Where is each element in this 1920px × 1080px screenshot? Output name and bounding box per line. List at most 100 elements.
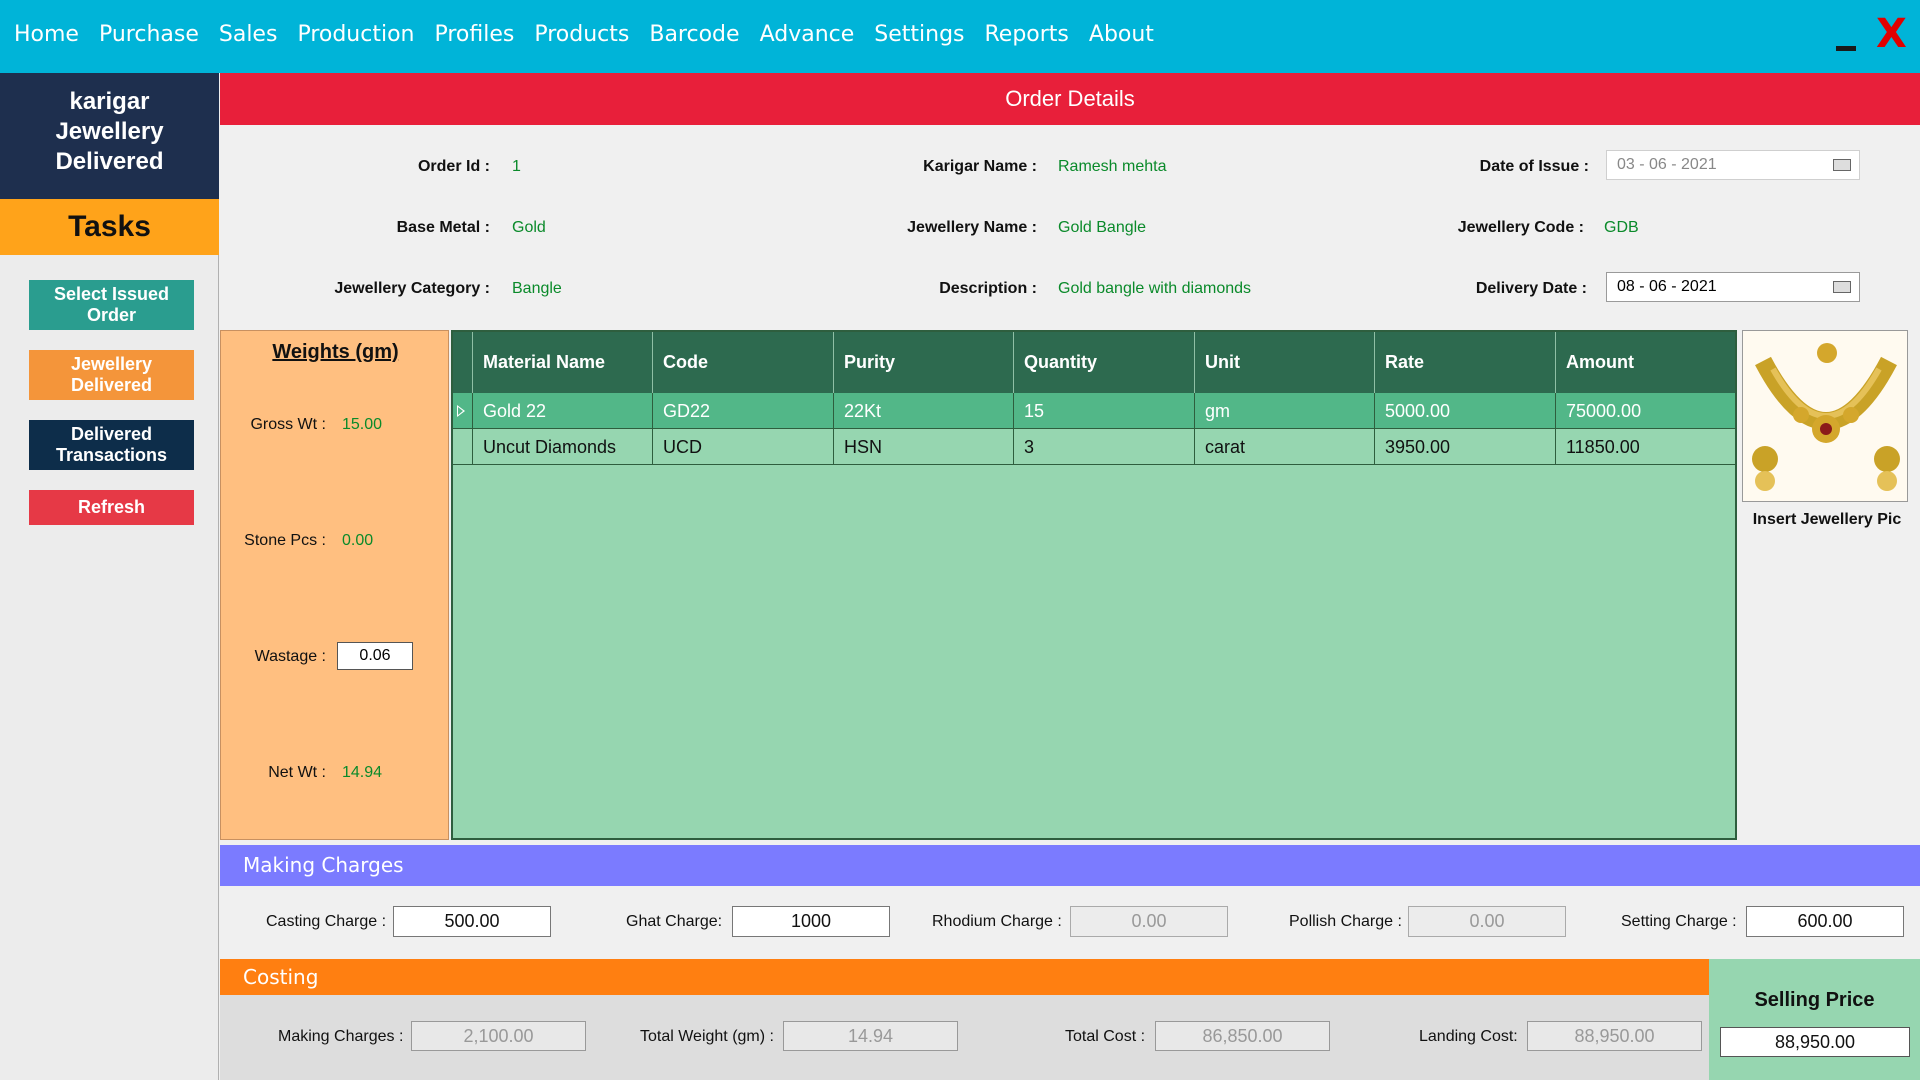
cell-rate[interactable]: 3950.00 bbox=[1375, 429, 1556, 464]
cell-rate[interactable]: 5000.00 bbox=[1375, 393, 1556, 428]
menu-purchase[interactable]: Purchase bbox=[99, 22, 199, 47]
setting-charge-label: Setting Charge : bbox=[1621, 913, 1737, 930]
landing-cost-field[interactable]: 88,950.00 bbox=[1527, 1021, 1702, 1051]
jewellery-delivered-button[interactable]: Jewellery Delivered bbox=[29, 350, 194, 400]
col-purity[interactable]: Purity bbox=[834, 332, 1014, 393]
insert-picture-caption[interactable]: Insert Jewellery Pic bbox=[1742, 511, 1912, 529]
menu-about[interactable]: About bbox=[1089, 22, 1154, 47]
menu-home[interactable]: Home bbox=[14, 22, 79, 47]
cell-quantity[interactable]: 15 bbox=[1014, 393, 1195, 428]
rhodium-charge-input[interactable]: 0.00 bbox=[1070, 906, 1228, 937]
jewellery-delivered-label-2: Delivered bbox=[70, 375, 153, 395]
costing-panel: Making Charges : 2,100.00 Total Weight (… bbox=[220, 995, 1709, 1080]
col-quantity[interactable]: Quantity bbox=[1014, 332, 1195, 393]
menu-reports[interactable]: Reports bbox=[985, 22, 1069, 47]
order-id-label: Order Id : bbox=[417, 158, 490, 175]
col-material-name[interactable]: Material Name bbox=[473, 332, 653, 393]
row-indicator bbox=[453, 429, 473, 464]
making-charges-total-field[interactable]: 2,100.00 bbox=[411, 1021, 586, 1051]
cell-unit[interactable]: carat bbox=[1195, 429, 1375, 464]
menu-production[interactable]: Production bbox=[297, 22, 414, 47]
stone-pcs-label: Stone Pcs : bbox=[244, 532, 326, 549]
base-metal-label: Base Metal : bbox=[396, 219, 490, 236]
total-weight-field[interactable]: 14.94 bbox=[783, 1021, 958, 1051]
description-label: Description : bbox=[939, 280, 1037, 297]
close-icon[interactable]: X bbox=[1876, 14, 1907, 54]
cell-unit[interactable]: gm bbox=[1195, 393, 1375, 428]
setting-charge-input[interactable]: 600.00 bbox=[1746, 906, 1904, 937]
cell-purity[interactable]: 22Kt bbox=[834, 393, 1014, 428]
casting-charge-input[interactable]: 500.00 bbox=[393, 906, 551, 937]
making-charges-panel: Casting Charge : 500.00 Ghat Charge: 100… bbox=[220, 886, 1920, 959]
making-charges-total-label: Making Charges : bbox=[278, 1028, 404, 1045]
total-cost-field[interactable]: 86,850.00 bbox=[1155, 1021, 1330, 1051]
ghat-charge-label: Ghat Charge: bbox=[626, 913, 723, 930]
gross-wt-label: Gross Wt : bbox=[250, 416, 326, 433]
jewellery-delivered-label-1: Jewellery bbox=[70, 354, 153, 374]
select-issued-order-button[interactable]: Select Issued Order bbox=[29, 280, 194, 330]
calendar-icon[interactable] bbox=[1833, 281, 1851, 293]
cell-code[interactable]: GD22 bbox=[653, 393, 834, 428]
sidebar: karigar Jewellery Delivered Tasks Select… bbox=[0, 73, 219, 1080]
date-of-issue-picker[interactable]: 03 - 06 - 2021 bbox=[1606, 150, 1860, 180]
cell-material-name[interactable]: Gold 22 bbox=[473, 393, 653, 428]
menu-bar: Home Purchase Sales Production Profiles … bbox=[0, 0, 1920, 73]
date-of-issue-label: Date of Issue : bbox=[1479, 158, 1589, 175]
table-row[interactable]: Gold 22 GD22 22Kt 15 gm 5000.00 75000.00 bbox=[453, 393, 1735, 429]
selling-price-input[interactable]: 88,950.00 bbox=[1720, 1027, 1910, 1057]
making-charges-heading: Making Charges bbox=[220, 845, 1920, 886]
col-code[interactable]: Code bbox=[653, 332, 834, 393]
cell-quantity[interactable]: 3 bbox=[1014, 429, 1195, 464]
cell-material-name[interactable]: Uncut Diamonds bbox=[473, 429, 653, 464]
delivery-date-value: 08 - 06 - 2021 bbox=[1617, 278, 1717, 295]
menu-advance[interactable]: Advance bbox=[760, 22, 855, 47]
table-row[interactable]: Uncut Diamonds UCD HSN 3 carat 3950.00 1… bbox=[453, 429, 1735, 465]
main-menu: Home Purchase Sales Production Profiles … bbox=[14, 22, 1174, 47]
cell-amount[interactable]: 11850.00 bbox=[1556, 429, 1735, 464]
col-rate[interactable]: Rate bbox=[1375, 332, 1556, 393]
gross-wt-value: 15.00 bbox=[342, 416, 383, 433]
weights-panel: Weights (gm) Gross Wt : 15.00 Stone Pcs … bbox=[220, 330, 449, 840]
cell-purity[interactable]: HSN bbox=[834, 429, 1014, 464]
calendar-icon[interactable] bbox=[1833, 159, 1851, 171]
jewellery-category-label: Jewellery Category : bbox=[334, 280, 490, 297]
delivered-transactions-button[interactable]: Delivered Transactions bbox=[29, 420, 194, 470]
delivered-transactions-label-1: Delivered bbox=[70, 424, 153, 444]
delivery-date-label: Delivery Date : bbox=[1475, 280, 1587, 297]
selling-price-label: Selling Price bbox=[1754, 989, 1875, 1011]
grid-header: Material Name Code Purity Quantity Unit … bbox=[453, 332, 1735, 393]
polish-charge-input[interactable]: 0.00 bbox=[1408, 906, 1566, 937]
ghat-charge-input[interactable]: 1000 bbox=[732, 906, 890, 937]
menu-barcode[interactable]: Barcode bbox=[649, 22, 739, 47]
landing-cost-label: Landing Cost: bbox=[1419, 1028, 1518, 1045]
total-cost-label: Total Cost : bbox=[1065, 1028, 1146, 1045]
delivered-transactions-label-2: Transactions bbox=[55, 445, 168, 465]
selling-price-panel: Selling Price 88,950.00 bbox=[1709, 959, 1920, 1080]
delivery-date-picker[interactable]: 08 - 06 - 2021 bbox=[1606, 272, 1860, 302]
polish-charge-label: Pollish Charge : bbox=[1289, 913, 1402, 930]
menu-profiles[interactable]: Profiles bbox=[434, 22, 514, 47]
current-row-icon bbox=[457, 405, 465, 417]
cell-amount[interactable]: 75000.00 bbox=[1556, 393, 1735, 428]
jewellery-picture[interactable] bbox=[1742, 330, 1908, 502]
cell-code[interactable]: UCD bbox=[653, 429, 834, 464]
jewellery-name-label: Jewellery Name : bbox=[907, 219, 1037, 236]
karigar-name-value: Ramesh mehta bbox=[1058, 158, 1167, 175]
menu-products[interactable]: Products bbox=[534, 22, 629, 47]
materials-grid[interactable]: Material Name Code Purity Quantity Unit … bbox=[451, 330, 1737, 840]
menu-sales[interactable]: Sales bbox=[219, 22, 278, 47]
jewellery-name-value: Gold Bangle bbox=[1058, 219, 1147, 236]
tasks-heading: Tasks bbox=[0, 199, 219, 255]
sidebar-title-line-2: Jewellery bbox=[55, 118, 164, 145]
refresh-button[interactable]: Refresh bbox=[29, 490, 194, 525]
col-unit[interactable]: Unit bbox=[1195, 332, 1375, 393]
jewellery-photo-icon bbox=[1743, 331, 1907, 501]
description-value: Gold bangle with diamonds bbox=[1058, 280, 1252, 297]
minimize-icon[interactable] bbox=[1836, 46, 1856, 51]
sidebar-title: karigar Jewellery Delivered bbox=[0, 73, 219, 199]
wastage-input[interactable]: 0.06 bbox=[337, 642, 413, 670]
col-amount[interactable]: Amount bbox=[1556, 332, 1735, 393]
menu-settings[interactable]: Settings bbox=[874, 22, 964, 47]
casting-charge-label: Casting Charge : bbox=[266, 913, 387, 930]
stone-pcs-value: 0.00 bbox=[342, 532, 374, 549]
